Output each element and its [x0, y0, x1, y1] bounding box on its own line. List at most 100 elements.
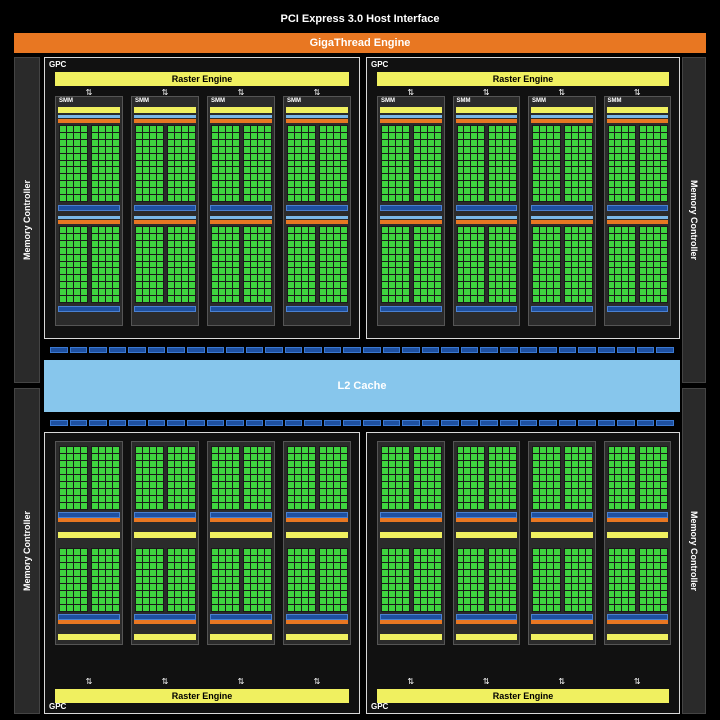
cuda-core [81, 146, 87, 153]
cuda-core [564, 556, 571, 562]
cuda-core [553, 160, 560, 167]
cuda-core [320, 153, 326, 160]
cuda-core [539, 240, 546, 247]
cuda-core [81, 563, 87, 569]
cuda-core [553, 139, 560, 146]
cuda-core [341, 167, 347, 174]
cuda-core [402, 598, 409, 604]
warp-scheduler [531, 220, 593, 224]
cuda-core [106, 160, 112, 167]
crossbar-segment [323, 347, 342, 353]
cuda-core [553, 240, 560, 247]
cuda-core [251, 174, 257, 181]
cuda-core [320, 254, 326, 261]
cuda-core [244, 549, 250, 555]
cuda-core [288, 275, 294, 282]
cuda-core [136, 475, 142, 481]
cuda-core [402, 254, 409, 261]
cuda-core [106, 598, 112, 604]
polymorph-arrows: ⇅ [633, 677, 641, 686]
cuda-core [143, 233, 149, 240]
cuda-core [413, 563, 420, 569]
cuda-core [420, 233, 427, 240]
cuda-core [74, 461, 80, 467]
cuda-core [608, 570, 615, 576]
cuda-core [503, 549, 510, 555]
cuda-core [533, 153, 539, 160]
cuda-core [157, 153, 163, 160]
cuda-core [99, 577, 105, 583]
cuda-core [503, 563, 510, 569]
cuda-core [168, 296, 174, 302]
cuda-core [168, 261, 174, 268]
cuda-core [175, 475, 181, 481]
cuda-core [640, 584, 647, 590]
cuda-core [320, 268, 326, 275]
cuda-core [510, 296, 516, 302]
cuda-core [143, 598, 149, 604]
cuda-core [413, 126, 420, 132]
cuda-core [175, 268, 181, 275]
cuda-core [106, 139, 112, 146]
cuda-core [99, 139, 105, 146]
cuda-core [327, 126, 333, 132]
warp-scheduler [380, 119, 442, 123]
crossbar-bottom [44, 416, 680, 430]
cuda-core [420, 282, 427, 289]
cuda-core [471, 605, 478, 611]
cuda-core [629, 475, 636, 481]
cuda-core [434, 188, 441, 195]
cuda-core [309, 482, 315, 488]
cuda-core [615, 591, 622, 597]
crossbar-segment [226, 420, 244, 426]
cuda-core [251, 195, 257, 201]
cuda-core [168, 146, 174, 153]
cuda-core [67, 188, 73, 195]
cuda-core [654, 261, 661, 268]
crossbar-segment [343, 420, 361, 426]
cuda-core [413, 132, 420, 139]
cuda-core [478, 296, 485, 302]
cuda-core [74, 188, 80, 195]
polymorph-arrows: ⇅ [237, 88, 245, 97]
cuda-core [489, 584, 496, 590]
cuda-core [288, 296, 294, 302]
cuda-core [251, 126, 257, 132]
cuda-core [106, 174, 112, 181]
cuda-core [413, 289, 420, 296]
cuda-core [233, 160, 239, 167]
cuda-core [402, 139, 409, 146]
cuda-core [219, 139, 225, 146]
cuda-core [402, 461, 409, 467]
cuda-core [92, 563, 98, 569]
cuda-core [471, 268, 478, 275]
instruction-cache [606, 532, 668, 538]
cuda-core [341, 282, 347, 289]
cuda-core [533, 227, 539, 233]
cuda-core [309, 584, 315, 590]
cuda-core [74, 167, 80, 174]
cuda-core [546, 261, 553, 268]
cuda-core [496, 549, 503, 555]
cuda-core [74, 289, 80, 296]
cuda-core [150, 503, 156, 509]
cuda-core [608, 139, 615, 146]
warp-scheduler [286, 220, 348, 224]
cuda-core [539, 139, 546, 146]
cuda-core [608, 454, 615, 460]
cuda-core [388, 261, 395, 268]
cuda-core [571, 195, 578, 201]
cuda-core [464, 233, 471, 240]
cuda-core [99, 167, 105, 174]
cuda-core [413, 188, 420, 195]
cuda-core [622, 454, 629, 460]
cuda-core [615, 296, 622, 302]
cuda-core [471, 261, 478, 268]
cuda-core [413, 496, 420, 502]
cuda-core [564, 146, 571, 153]
cuda-core [420, 174, 427, 181]
cuda-core [608, 254, 615, 261]
cuda-core [654, 268, 661, 275]
cuda-core [233, 584, 239, 590]
cuda-core [265, 261, 271, 268]
